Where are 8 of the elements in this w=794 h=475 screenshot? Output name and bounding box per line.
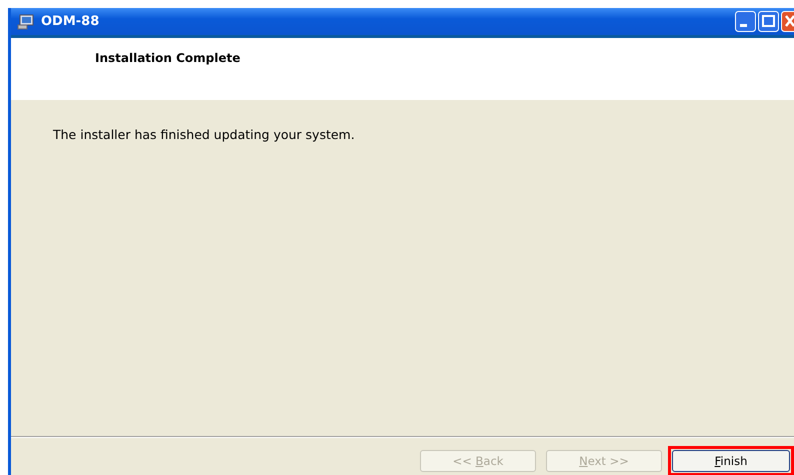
- close-button[interactable]: [781, 11, 794, 32]
- window-title: ODM-88: [41, 14, 100, 29]
- maximize-button[interactable]: [758, 11, 779, 32]
- finish-button[interactable]: Finish: [672, 450, 790, 472]
- status-message: The installer has finished updating your system.: [53, 127, 356, 142]
- computer-icon: [17, 14, 35, 30]
- minimize-button[interactable]: [735, 11, 756, 32]
- header-title: Installation Complete: [95, 51, 242, 65]
